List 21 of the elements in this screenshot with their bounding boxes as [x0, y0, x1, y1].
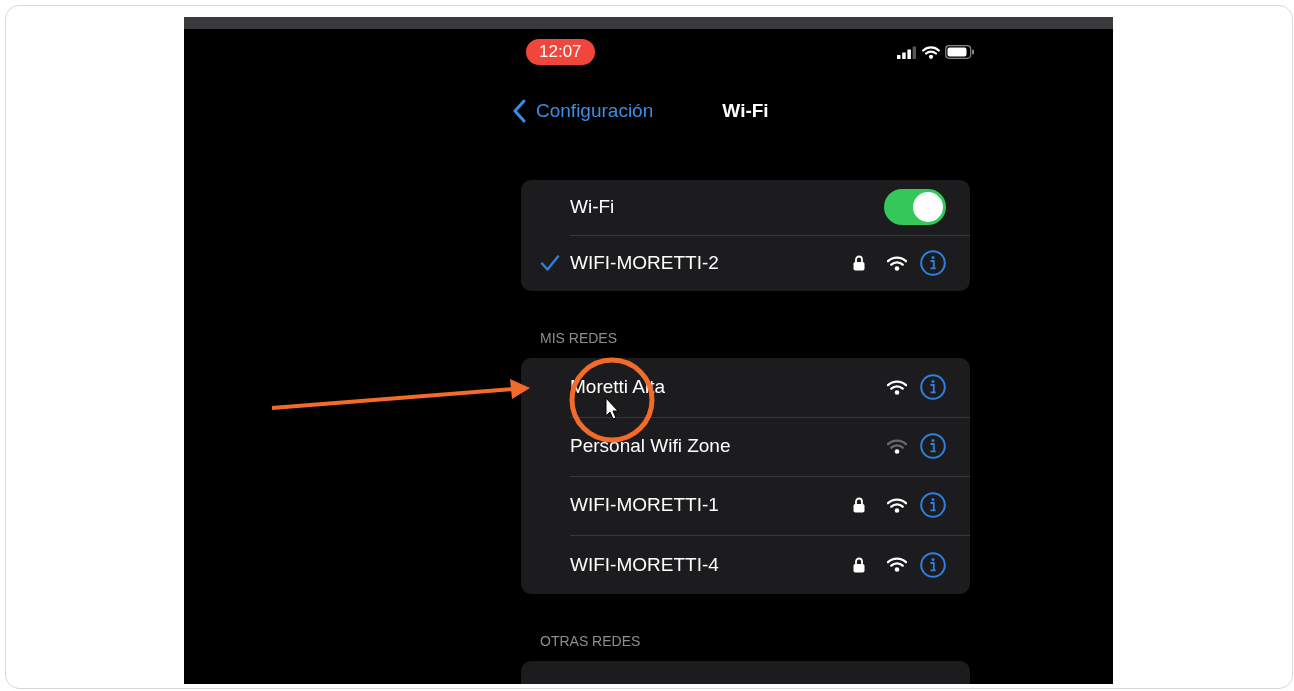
wifi-status-icon [922, 45, 940, 59]
network-name[interactable]: WIFI-MORETTI-2 [570, 252, 853, 275]
wifi-label: Wi-Fi [570, 196, 616, 219]
section-header: OTRAS REDES [539, 632, 642, 651]
back-button[interactable]: Configuración [512, 99, 723, 123]
cellular-signal-icon [897, 45, 917, 59]
network-name[interactable]: WIFI-MORETTI-1 [570, 494, 853, 516]
status-time: 12:07 [526, 39, 595, 65]
info-button[interactable] [920, 433, 946, 459]
section-header: MIS REDES [539, 329, 618, 348]
info-button[interactable] [920, 374, 946, 400]
info-button[interactable] [920, 250, 946, 277]
battery-icon [945, 45, 975, 59]
mouse-cursor-icon [605, 397, 619, 420]
page-title: Wi-Fi [722, 100, 769, 122]
info-button[interactable] [920, 492, 946, 518]
wifi-toggle[interactable] [884, 189, 946, 226]
info-button[interactable] [920, 551, 946, 578]
network-name[interactable]: WIFI-MORETTI-4 [570, 553, 853, 576]
chevron-left-icon [512, 99, 528, 123]
network-name[interactable]: Personal Wifi Zone [570, 435, 887, 457]
